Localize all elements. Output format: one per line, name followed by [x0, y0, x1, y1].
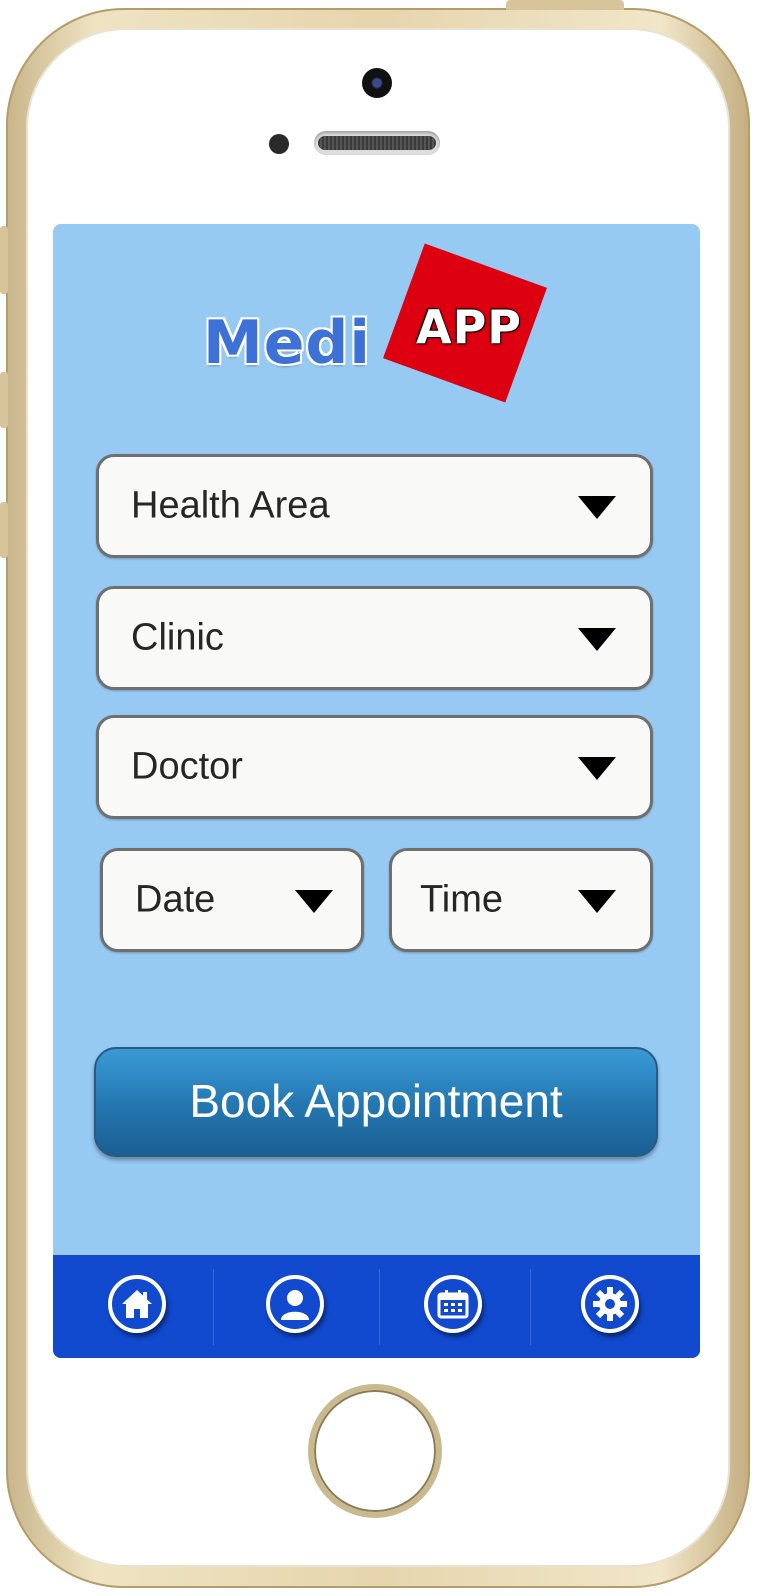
home-icon [108, 1275, 166, 1333]
tab-calendar[interactable] [380, 1255, 530, 1358]
earpiece-speaker [314, 131, 440, 155]
book-appointment-button[interactable]: Book Appointment [94, 1047, 658, 1157]
volume-down-button [0, 502, 8, 558]
home-button[interactable] [308, 1384, 442, 1518]
clinic-dropdown[interactable]: Clinic [96, 586, 653, 690]
health-area-dropdown[interactable]: Health Area [96, 454, 653, 558]
time-dropdown[interactable]: Time [389, 848, 653, 952]
power-button [506, 0, 624, 10]
chevron-down-icon [578, 628, 616, 651]
health-area-label: Health Area [131, 484, 330, 527]
app-logo: Medi APP [203, 243, 563, 410]
doctor-dropdown[interactable]: Doctor [96, 715, 653, 819]
tab-home[interactable] [53, 1255, 213, 1358]
mute-switch [0, 226, 8, 294]
date-dropdown[interactable]: Date [100, 848, 364, 952]
logo-medi-text: Medi [203, 308, 371, 378]
clinic-label: Clinic [131, 616, 224, 659]
front-camera [362, 68, 392, 98]
date-label: Date [135, 878, 216, 921]
chevron-down-icon [578, 757, 616, 780]
logo-app-text: APP [415, 300, 523, 354]
time-label: Time [420, 878, 504, 921]
app-screen: Medi APP Health Area Clinic Doctor Date … [53, 224, 700, 1358]
chevron-down-icon [578, 496, 616, 519]
volume-up-button [0, 372, 8, 428]
proximity-sensor [269, 134, 289, 154]
tab-profile[interactable] [214, 1255, 379, 1358]
bottom-tab-bar [53, 1255, 700, 1358]
chevron-down-icon [578, 890, 616, 913]
doctor-label: Doctor [131, 745, 243, 788]
profile-icon [266, 1275, 324, 1333]
settings-icon [581, 1275, 639, 1333]
chevron-down-icon [295, 890, 333, 913]
tab-settings[interactable] [531, 1255, 700, 1358]
calendar-icon [424, 1275, 482, 1333]
